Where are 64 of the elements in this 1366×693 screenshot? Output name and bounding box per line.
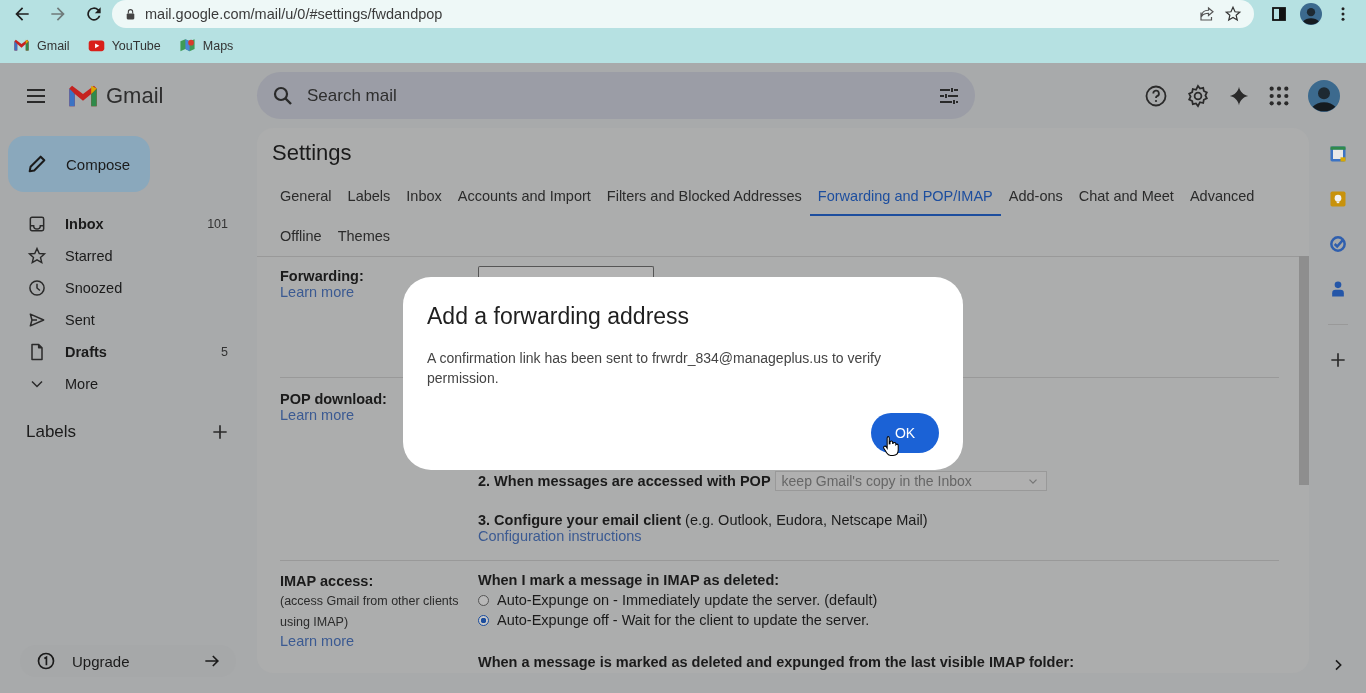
- settings-tab[interactable]: Chat and Meet: [1070, 176, 1182, 216]
- upgrade-icon: [36, 651, 56, 671]
- dialog-message: A confirmation link has been sent to frwrdr_834@manageplus.us to verify permission.: [427, 349, 882, 388]
- dialog-title: Add a forwarding address: [427, 303, 691, 330]
- product-name: Gmail: [106, 82, 164, 109]
- settings-tab[interactable]: Add-ons: [1000, 176, 1071, 216]
- option-label: Auto-Expunge on - Immediately update the server. (default): [497, 592, 878, 608]
- ok-button[interactable]: OK: [871, 413, 939, 453]
- radio-button[interactable]: [478, 614, 489, 626]
- send-icon: [27, 310, 47, 330]
- clock-icon: [27, 278, 47, 298]
- settings-tab[interactable]: Inbox: [398, 176, 450, 216]
- unread-count: 5: [221, 345, 228, 359]
- bookmark[interactable]: Maps: [178, 37, 234, 54]
- nav-item[interactable]: Starred: [0, 240, 257, 272]
- forwarding-button[interactable]: [478, 266, 654, 277]
- settings-icon[interactable]: [1186, 83, 1210, 108]
- share-icon[interactable]: [1198, 5, 1216, 23]
- search-field[interactable]: Search mail: [305, 84, 927, 107]
- help-icon[interactable]: [1144, 83, 1168, 108]
- address-bar[interactable]: mail.google.com/mail/u/0/#settings/fwdandpop: [112, 0, 1254, 28]
- settings-tab[interactable]: General: [272, 176, 340, 216]
- apps-grid-icon[interactable]: [1268, 84, 1290, 107]
- settings-tab[interactable]: Filters and Blocked Addresses: [598, 176, 810, 216]
- bookmark[interactable]: YouTube: [87, 37, 161, 54]
- side-panel-icon[interactable]: [1270, 5, 1288, 23]
- check-circle-icon[interactable]: [1327, 234, 1348, 254]
- nav-item[interactable]: Drafts 5: [0, 336, 257, 368]
- search-bar[interactable]: Search mail: [257, 72, 975, 119]
- inbox-icon: [27, 214, 47, 234]
- bookmark-star-icon[interactable]: [1224, 5, 1242, 23]
- lock-icon: [124, 7, 137, 21]
- instruction-text: 3. Configure your email client (e.g. Outlook, Eudora, Netscape Mail): [478, 512, 929, 528]
- section-note: (access Gmail from other clients using IMAP): [280, 593, 460, 631]
- question-text: When I mark a message in IMAP as deleted:: [478, 572, 781, 588]
- nav-item[interactable]: More: [0, 368, 257, 400]
- add-icon[interactable]: [210, 422, 230, 442]
- page-title: Settings: [272, 140, 353, 166]
- nav-item[interactable]: Inbox 101: [0, 208, 257, 240]
- section-label: IMAP access:: [280, 573, 374, 589]
- scrollbar-thumb[interactable]: [1299, 256, 1309, 485]
- pencil-icon: [26, 153, 48, 175]
- settings-tab[interactable]: Offline: [272, 216, 330, 256]
- nav-item[interactable]: Snoozed: [0, 272, 257, 304]
- profile-avatar-icon[interactable]: [1300, 3, 1322, 25]
- settings-tab[interactable]: Labels: [339, 176, 399, 216]
- compose-button[interactable]: Compose: [8, 136, 150, 192]
- question-text: When a message is marked as deleted and expunged from the last visible IMAP folder:: [478, 654, 1074, 670]
- settings-tab[interactable]: Forwarding and POP/IMAP: [809, 176, 1001, 216]
- step-label: 2. When messages are accessed with POP: [478, 473, 771, 489]
- settings-tab[interactable]: Accounts and Import: [449, 176, 599, 216]
- nav-item[interactable]: Sent: [0, 304, 257, 336]
- star-icon: [27, 246, 47, 266]
- settings-tab[interactable]: Themes: [329, 216, 399, 256]
- unread-count: 101: [207, 217, 228, 231]
- radio-button[interactable]: [478, 594, 489, 606]
- maps-icon: [178, 37, 196, 54]
- section-label: POP download:: [280, 391, 387, 407]
- labels-heading: Labels: [26, 422, 77, 442]
- section-label: Forwarding:: [280, 268, 364, 284]
- settings-tab[interactable]: Advanced: [1181, 176, 1263, 216]
- bookmark[interactable]: Gmail: [13, 37, 70, 54]
- option-label: Auto-Expunge off - Wait for the client to update the server.: [497, 612, 870, 628]
- profile-avatar-icon[interactable]: [1308, 79, 1340, 112]
